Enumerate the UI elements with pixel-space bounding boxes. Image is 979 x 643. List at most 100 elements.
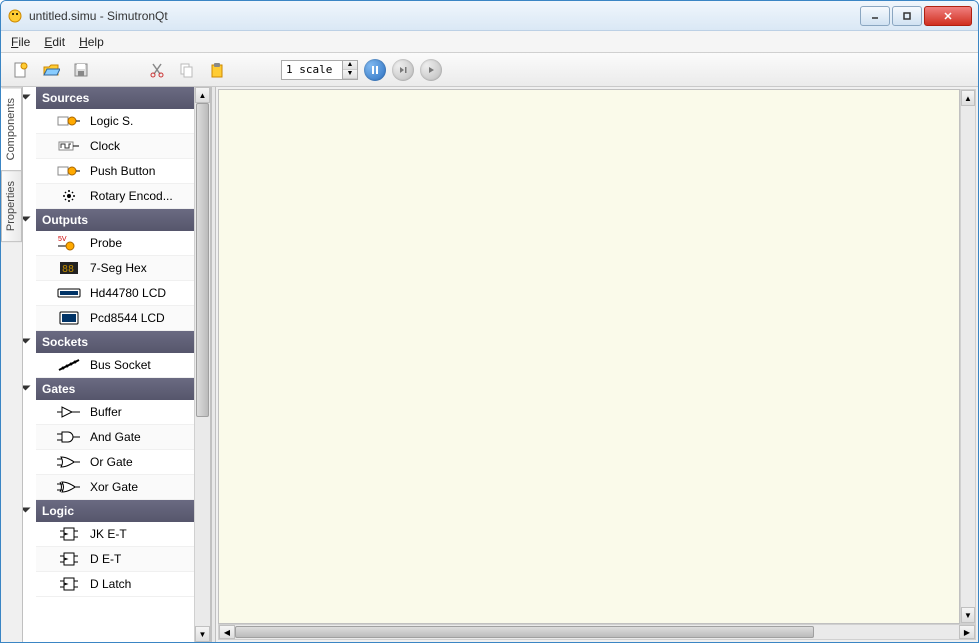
tree-scrollbar[interactable]: ▲ ▼	[194, 87, 210, 642]
jk-et-item[interactable]: JK E-T	[36, 522, 198, 547]
open-file-button[interactable]	[39, 58, 63, 82]
category-gates: Gates Buffer And Gate Or Gate Xor Gate	[36, 378, 198, 500]
component-panel: Sources Logic S. Clock Push Button Rotary En…	[23, 87, 211, 642]
canvas-scroll-left[interactable]: ◀	[219, 625, 235, 639]
category-header[interactable]: Gates	[36, 378, 198, 400]
and-gate-item[interactable]: And Gate	[36, 425, 198, 450]
cut-button[interactable]	[145, 58, 169, 82]
save-file-button[interactable]	[69, 58, 93, 82]
tree-item-label: Pcd8544 LCD	[90, 311, 165, 325]
tree-item-label: Hd44780 LCD	[90, 286, 166, 300]
tree-item-label: Clock	[90, 139, 120, 153]
category-header[interactable]: Sockets	[36, 331, 198, 353]
category-sources: Sources Logic S. Clock Push Button Rotary En…	[36, 87, 198, 209]
tree-item-label: Buffer	[90, 405, 122, 419]
canvas-vscroll[interactable]: ▲ ▼	[960, 89, 976, 624]
push-button-item[interactable]: Push Button	[36, 159, 198, 184]
tree-item-label: D Latch	[90, 577, 131, 591]
tab-properties[interactable]: Properties	[1, 170, 22, 242]
lcd-icon	[56, 309, 82, 327]
svg-text:88: 88	[62, 264, 74, 275]
bus-socket-icon	[56, 356, 82, 374]
scroll-down-button[interactable]: ▼	[195, 626, 210, 642]
rotary-encoder-icon	[56, 187, 82, 205]
copy-button[interactable]	[175, 58, 199, 82]
and-gate-icon	[56, 428, 82, 446]
canvas[interactable]	[218, 89, 960, 624]
canvas-scroll-down[interactable]: ▼	[961, 607, 975, 623]
close-button[interactable]	[924, 6, 972, 26]
canvas-hscroll-thumb[interactable]	[235, 626, 814, 638]
clock-item[interactable]: Clock	[36, 134, 198, 159]
seven-seg-icon: 88	[56, 259, 82, 277]
category-header[interactable]: Sources	[36, 87, 198, 109]
expand-arrow-icon[interactable]	[23, 217, 31, 222]
pcd8544-item[interactable]: Pcd8544 LCD	[36, 306, 198, 331]
scale-input[interactable]	[282, 61, 342, 79]
clock-icon	[56, 137, 82, 155]
tree-item-label: Or Gate	[90, 455, 133, 469]
category-header[interactable]: Logic	[36, 500, 198, 522]
menu-help[interactable]: Help	[79, 35, 104, 49]
or-gate-item[interactable]: Or Gate	[36, 450, 198, 475]
category-header[interactable]: Outputs	[36, 209, 198, 231]
tree-item-label: D E-T	[90, 552, 121, 566]
buffer-item[interactable]: Buffer	[36, 400, 198, 425]
logic-source-icon	[56, 112, 82, 130]
expand-arrow-icon[interactable]	[23, 386, 31, 391]
scale-up-button[interactable]: ▲	[343, 61, 357, 70]
menu-file[interactable]: File	[11, 35, 30, 49]
flipflop-icon	[56, 525, 82, 543]
minimize-button[interactable]	[860, 6, 890, 26]
side-tab-strip: Components Properties	[1, 87, 23, 642]
seven-seg-item[interactable]: 88 7-Seg Hex	[36, 256, 198, 281]
expand-arrow-icon[interactable]	[23, 339, 31, 344]
xor-gate-icon	[56, 478, 82, 496]
logic-source-item[interactable]: Logic S.	[36, 109, 198, 134]
tree-item-label: Probe	[90, 236, 122, 250]
maximize-button[interactable]	[892, 6, 922, 26]
new-file-button[interactable]	[9, 58, 33, 82]
menubar: File Edit Help	[1, 31, 978, 53]
tree-item-label: Rotary Encod...	[90, 189, 173, 203]
app-icon	[7, 8, 23, 24]
scroll-thumb[interactable]	[196, 103, 209, 417]
hd44780-item[interactable]: Hd44780 LCD	[36, 281, 198, 306]
canvas-hscroll[interactable]: ◀ ▶	[218, 624, 976, 640]
tab-components[interactable]: Components	[1, 87, 22, 171]
tree-item-label: Push Button	[90, 164, 155, 178]
category-outputs: Outputs 5V Probe 88 7-Seg Hex Hd44780 LCD Pcd8…	[36, 209, 198, 331]
scroll-track[interactable]	[195, 103, 210, 626]
bus-socket-item[interactable]: Bus Socket	[36, 353, 198, 378]
d-et-item[interactable]: D E-T	[36, 547, 198, 572]
expand-arrow-icon[interactable]	[23, 508, 31, 513]
canvas-scroll-up[interactable]: ▲	[961, 90, 975, 106]
xor-gate-item[interactable]: Xor Gate	[36, 475, 198, 500]
titlebar[interactable]: untitled.simu - SimutronQt	[1, 1, 978, 31]
tree-item-label: Logic S.	[90, 114, 133, 128]
window-title: untitled.simu - SimutronQt	[29, 9, 860, 23]
or-gate-icon	[56, 453, 82, 471]
probe-icon: 5V	[56, 234, 82, 252]
canvas-scroll-right[interactable]: ▶	[959, 625, 975, 639]
category-logic: Logic JK E-T D E-T D Latch	[36, 500, 198, 597]
probe-item[interactable]: 5V Probe	[36, 231, 198, 256]
expand-arrow-icon[interactable]	[23, 95, 31, 100]
rotary-encoder-item[interactable]: Rotary Encod...	[36, 184, 198, 209]
scale-down-button[interactable]: ▼	[343, 70, 357, 79]
menu-edit[interactable]: Edit	[44, 35, 65, 49]
flipflop-icon	[56, 575, 82, 593]
d-latch-item[interactable]: D Latch	[36, 572, 198, 597]
pause-button[interactable]	[364, 59, 386, 81]
tree-item-label: JK E-T	[90, 527, 127, 541]
tree-item-label: Xor Gate	[90, 480, 138, 494]
toolbar: ▲ ▼	[1, 53, 978, 87]
scroll-up-button[interactable]: ▲	[195, 87, 210, 103]
scale-spinner[interactable]: ▲ ▼	[281, 60, 358, 80]
run-button[interactable]	[420, 59, 442, 81]
buffer-icon	[56, 403, 82, 421]
paste-button[interactable]	[205, 58, 229, 82]
tree-item-label: 7-Seg Hex	[90, 261, 147, 275]
push-button-icon	[56, 162, 82, 180]
step-button[interactable]	[392, 59, 414, 81]
